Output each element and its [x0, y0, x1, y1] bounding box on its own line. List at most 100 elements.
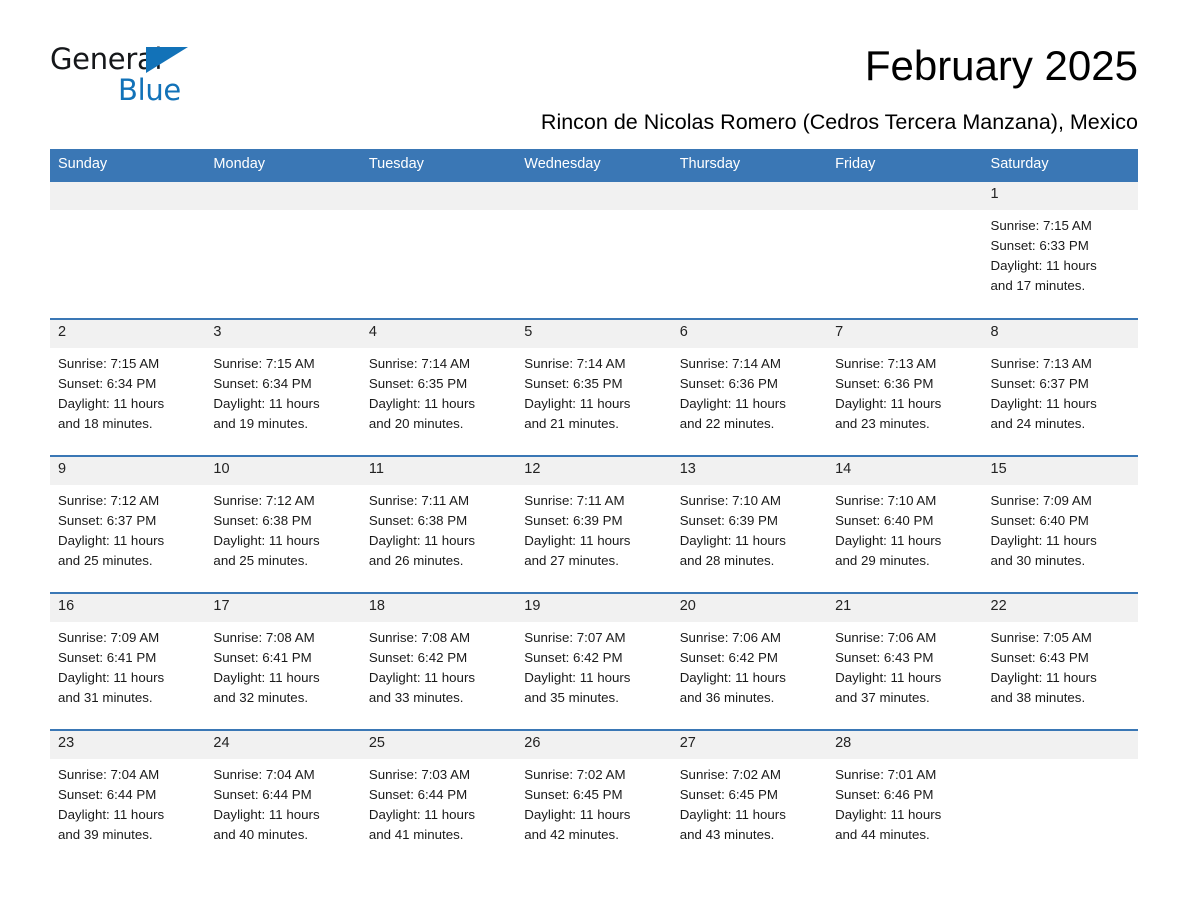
daylight-duration-line1: Daylight: 11 hours [524, 670, 631, 685]
day-cell-inner: 8 Sunrise: 7:13 AM Sunset: 6:37 PM Daylight… [982, 320, 1138, 455]
day-details: Sunrise: 7:14 AM Sunset: 6:35 PM Daylight:… [361, 348, 516, 434]
sunset-time: Sunset: 6:35 PM [524, 376, 623, 391]
day-cell[interactable]: 13 Sunrise: 7:10 AM Sunset: 6:39 PM Dayligh… [671, 455, 828, 593]
day-cell[interactable]: 24 Sunrise: 7:04 AM Sunset: 6:44 PM Dayligh… [205, 729, 361, 866]
daylight-duration-line1: Daylight: 11 hours [524, 396, 631, 411]
day-cell[interactable]: 14 Sunrise: 7:10 AM Sunset: 6:40 PM Dayligh… [827, 455, 983, 593]
weekday-header-thursday: Thursday [671, 149, 828, 181]
day-details: Sunrise: 7:12 AM Sunset: 6:38 PM Daylight:… [205, 485, 360, 571]
day-cell-inner [827, 182, 983, 318]
daylight-duration-line2: and 37 minutes. [835, 690, 930, 705]
day-number: 21 [827, 594, 983, 622]
sunrise-time: Sunrise: 7:14 AM [368, 356, 471, 371]
sunset-time: Sunset: 6:34 PM [213, 376, 312, 391]
day-details: Sunrise: 7:08 AM Sunset: 6:41 PM Daylight:… [205, 622, 360, 708]
day-cell[interactable]: 15 Sunrise: 7:09 AM Sunset: 6:40 PM Dayligh… [982, 455, 1138, 593]
day-cell-inner [360, 182, 517, 318]
day-cell[interactable]: 6 Sunrise: 7:14 AM Sunset: 6:36 PM Daylight… [671, 318, 828, 456]
day-number: 24 [205, 731, 361, 759]
day-cell[interactable]: 3 Sunrise: 7:15 AM Sunset: 6:34 PM Daylight… [205, 318, 361, 456]
day-details: Sunrise: 7:15 AM Sunset: 6:34 PM Daylight:… [205, 348, 360, 434]
day-number: 5 [516, 320, 672, 348]
day-cell-inner: 3 Sunrise: 7:15 AM Sunset: 6:34 PM Daylight… [205, 320, 361, 455]
day-cell[interactable]: 8 Sunrise: 7:13 AM Sunset: 6:37 PM Daylight… [982, 318, 1138, 456]
day-cell[interactable]: 16 Sunrise: 7:09 AM Sunset: 6:41 PM Dayligh… [50, 592, 206, 730]
day-details: Sunrise: 7:03 AM Sunset: 6:44 PM Daylight:… [361, 759, 516, 845]
day-number [516, 182, 672, 210]
daylight-duration-line1: Daylight: 11 hours [213, 670, 320, 685]
daylight-duration-line1: Daylight: 11 hours [990, 533, 1097, 548]
generalblue-logo[interactable]: General Blue [50, 45, 200, 107]
day-cell[interactable]: 9 Sunrise: 7:12 AM Sunset: 6:37 PM Daylight… [50, 455, 206, 593]
day-cell[interactable]: 12 Sunrise: 7:11 AM Sunset: 6:39 PM Dayligh… [516, 455, 672, 593]
sunrise-time: Sunrise: 7:04 AM [213, 767, 315, 782]
daylight-duration-line2: and 33 minutes. [368, 690, 464, 705]
day-cell[interactable]: 22 Sunrise: 7:05 AM Sunset: 6:43 PM Dayligh… [982, 592, 1138, 730]
day-cell[interactable]: 17 Sunrise: 7:08 AM Sunset: 6:41 PM Dayligh… [205, 592, 361, 730]
daylight-duration-line2: and 39 minutes. [58, 827, 153, 842]
daylight-duration-line1: Daylight: 11 hours [679, 396, 786, 411]
day-cell[interactable]: 18 Sunrise: 7:08 AM Sunset: 6:42 PM Dayligh… [360, 592, 517, 730]
day-cell[interactable]: 21 Sunrise: 7:06 AM Sunset: 6:43 PM Dayligh… [827, 592, 983, 730]
day-cell[interactable]: 25 Sunrise: 7:03 AM Sunset: 6:44 PM Dayligh… [360, 729, 517, 866]
calendar-week-row: 2 Sunrise: 7:15 AM Sunset: 6:34 PM Daylight… [50, 318, 1138, 456]
day-number: 7 [827, 320, 983, 348]
sunset-time: Sunset: 6:42 PM [368, 650, 468, 665]
daylight-duration-line2: and 30 minutes. [990, 553, 1086, 568]
day-number [205, 182, 361, 210]
day-cell[interactable]: 23 Sunrise: 7:04 AM Sunset: 6:44 PM Dayligh… [50, 729, 206, 866]
sunrise-time: Sunrise: 7:09 AM [58, 630, 160, 645]
day-cell-inner [50, 182, 206, 318]
daylight-duration-line1: Daylight: 11 hours [58, 807, 165, 822]
day-cell-inner [982, 731, 1138, 866]
day-cell[interactable]: 28 Sunrise: 7:01 AM Sunset: 6:46 PM Dayligh… [827, 729, 983, 866]
day-cell-inner [205, 182, 361, 318]
weekday-header-wednesday: Wednesday [516, 149, 672, 181]
day-cell-inner: 22 Sunrise: 7:05 AM Sunset: 6:43 PM Dayligh… [982, 594, 1138, 729]
daylight-duration-line1: Daylight: 11 hours [835, 533, 942, 548]
day-cell[interactable]: 5 Sunrise: 7:14 AM Sunset: 6:35 PM Daylight… [516, 318, 672, 456]
day-cell[interactable]: 10 Sunrise: 7:12 AM Sunset: 6:38 PM Dayligh… [205, 455, 361, 593]
day-cell[interactable]: 11 Sunrise: 7:11 AM Sunset: 6:38 PM Dayligh… [360, 455, 517, 593]
sunrise-time: Sunrise: 7:05 AM [990, 630, 1092, 645]
day-cell[interactable]: 7 Sunrise: 7:13 AM Sunset: 6:36 PM Daylight… [827, 318, 983, 456]
daylight-duration-line2: and 32 minutes. [213, 690, 309, 705]
day-details: Sunrise: 7:12 AM Sunset: 6:37 PM Daylight:… [50, 485, 205, 571]
calendar-page: General Blue February 2025 Rincon de Nic… [0, 0, 1188, 918]
day-number: 9 [50, 457, 206, 485]
daylight-duration-line2: and 31 minutes. [58, 690, 153, 705]
sunset-time: Sunset: 6:39 PM [524, 513, 623, 528]
daylight-duration-line1: Daylight: 11 hours [58, 396, 165, 411]
sunset-time: Sunset: 6:43 PM [990, 650, 1089, 665]
day-cell-inner: 18 Sunrise: 7:08 AM Sunset: 6:42 PM Dayligh… [360, 594, 517, 729]
day-cell[interactable]: 20 Sunrise: 7:06 AM Sunset: 6:42 PM Dayligh… [671, 592, 828, 730]
sunset-time: Sunset: 6:39 PM [679, 513, 778, 528]
daylight-duration-line1: Daylight: 11 hours [835, 396, 942, 411]
day-details: Sunrise: 7:02 AM Sunset: 6:45 PM Daylight:… [672, 759, 827, 845]
calendar-body: 1 Sunrise: 7:15 AM Sunset: 6:33 PM Daylight… [50, 180, 1138, 866]
day-details: Sunrise: 7:04 AM Sunset: 6:44 PM Daylight:… [205, 759, 360, 845]
daylight-duration-line1: Daylight: 11 hours [368, 670, 476, 685]
day-cell-inner: 28 Sunrise: 7:01 AM Sunset: 6:46 PM Dayligh… [827, 731, 983, 866]
day-details: Sunrise: 7:04 AM Sunset: 6:44 PM Daylight:… [50, 759, 205, 845]
day-cell-inner: 17 Sunrise: 7:08 AM Sunset: 6:41 PM Dayligh… [205, 594, 361, 729]
sunset-time: Sunset: 6:44 PM [213, 787, 312, 802]
daylight-duration-line1: Daylight: 11 hours [213, 807, 320, 822]
sunset-time: Sunset: 6:46 PM [835, 787, 934, 802]
weekday-header-sunday: Sunday [50, 149, 206, 181]
sunrise-time: Sunrise: 7:10 AM [679, 493, 781, 508]
day-number [671, 182, 828, 210]
sunrise-time: Sunrise: 7:03 AM [368, 767, 471, 782]
day-cell[interactable]: 4 Sunrise: 7:14 AM Sunset: 6:35 PM Daylight… [360, 318, 517, 456]
day-cell[interactable]: 19 Sunrise: 7:07 AM Sunset: 6:42 PM Dayligh… [516, 592, 672, 730]
sunrise-time: Sunrise: 7:04 AM [58, 767, 160, 782]
day-number: 6 [671, 320, 828, 348]
weekday-header-tuesday: Tuesday [360, 149, 517, 181]
day-cell[interactable]: 26 Sunrise: 7:02 AM Sunset: 6:45 PM Dayligh… [516, 729, 672, 866]
day-cell[interactable]: 1 Sunrise: 7:15 AM Sunset: 6:33 PM Daylight… [982, 180, 1138, 319]
day-cell[interactable]: 27 Sunrise: 7:02 AM Sunset: 6:45 PM Dayligh… [671, 729, 828, 866]
sunrise-time: Sunrise: 7:06 AM [679, 630, 781, 645]
day-number: 28 [827, 731, 983, 759]
day-cell[interactable]: 2 Sunrise: 7:15 AM Sunset: 6:34 PM Daylight… [50, 318, 206, 456]
daylight-duration-line1: Daylight: 11 hours [679, 533, 786, 548]
